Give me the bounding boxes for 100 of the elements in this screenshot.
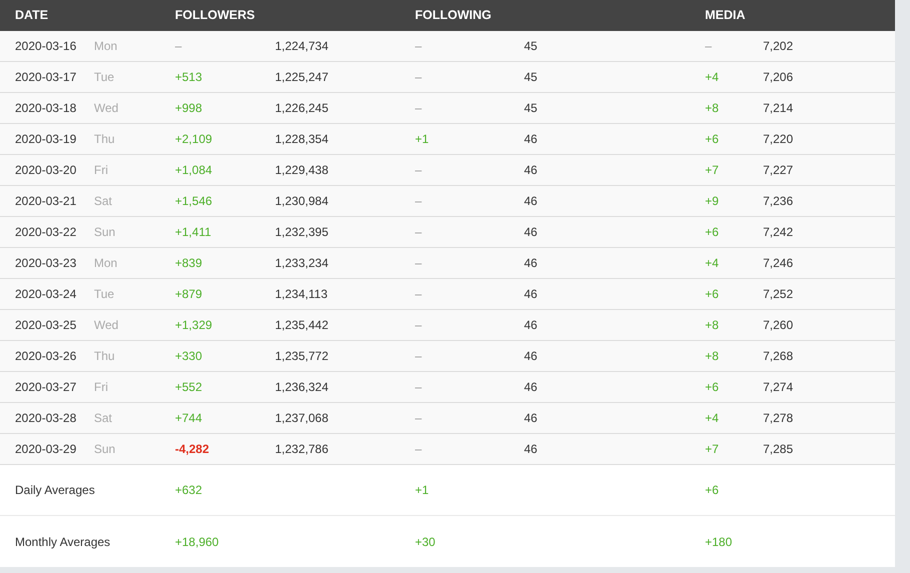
change-value: +839 — [175, 256, 202, 270]
change-value: +4 — [705, 411, 719, 425]
total-value: 1,226,245 — [275, 101, 328, 115]
change-value: +8 — [705, 101, 719, 115]
total-value: 46 — [524, 132, 538, 146]
total-value: 46 — [524, 318, 538, 332]
change-value: – — [415, 70, 422, 84]
column-header: MEDIA — [705, 8, 746, 22]
change-value: – — [415, 163, 422, 177]
total-value: 7,202 — [763, 39, 794, 53]
weekday-text: Wed — [94, 101, 118, 115]
date-text: 2020-03-16 — [15, 39, 76, 53]
average-value: +1 — [415, 483, 429, 497]
change-value: +8 — [705, 349, 719, 363]
weekday-text: Tue — [94, 70, 114, 84]
change-value: – — [415, 194, 422, 208]
change-value: +1,546 — [175, 194, 212, 208]
average-value: +6 — [705, 483, 719, 497]
total-value: 7,236 — [763, 194, 794, 208]
date-text: 2020-03-19 — [15, 132, 76, 146]
date-text: 2020-03-24 — [15, 287, 76, 301]
total-value: 1,225,247 — [275, 70, 328, 84]
total-value: 45 — [524, 39, 538, 53]
weekday-text: Thu — [94, 349, 115, 363]
total-value: 1,235,772 — [275, 349, 328, 363]
total-value: 1,237,068 — [275, 411, 328, 425]
change-value: – — [415, 101, 422, 115]
change-value: +6 — [705, 287, 719, 301]
change-value: – — [705, 39, 712, 53]
average-value: +18,960 — [175, 534, 219, 548]
change-value: +1,084 — [175, 163, 212, 177]
column-header: DATE — [15, 8, 48, 22]
change-value: – — [415, 349, 422, 363]
change-value: +8 — [705, 318, 719, 332]
change-value: -4,282 — [175, 442, 210, 456]
change-value: +998 — [175, 101, 202, 115]
weekday-text: Sun — [94, 442, 116, 456]
change-value: +513 — [175, 70, 202, 84]
change-value: +552 — [175, 380, 202, 394]
total-value: 1,224,734 — [275, 39, 328, 53]
total-value: 1,235,442 — [275, 318, 328, 332]
total-value: 46 — [524, 256, 538, 270]
total-value: 7,206 — [763, 70, 794, 84]
total-value: 7,285 — [763, 442, 794, 456]
total-value: 7,214 — [763, 101, 794, 115]
change-value: +6 — [705, 225, 719, 239]
change-value: +9 — [705, 194, 719, 208]
change-value: +4 — [705, 256, 719, 270]
total-value: 46 — [524, 194, 538, 208]
column-header: FOLLOWERS — [175, 8, 255, 22]
total-value: 1,232,395 — [275, 225, 328, 239]
change-value: +2,109 — [175, 132, 212, 146]
change-value: – — [415, 411, 422, 425]
weekday-text: Fri — [94, 163, 108, 177]
change-value: +1 — [415, 132, 429, 146]
total-value: 46 — [524, 411, 538, 425]
total-value: 1,229,438 — [275, 163, 328, 177]
weekday-text: Mon — [94, 256, 118, 270]
date-text: 2020-03-23 — [15, 256, 76, 270]
date-text: 2020-03-22 — [15, 225, 76, 239]
date-text: 2020-03-21 — [15, 194, 76, 208]
weekday-text: Wed — [94, 318, 118, 332]
average-value: +180 — [705, 534, 732, 548]
total-value: 7,227 — [763, 163, 794, 177]
total-value: 7,246 — [763, 256, 794, 270]
weekday-text: Fri — [94, 380, 108, 394]
total-value: 1,228,354 — [275, 132, 328, 146]
column-header: FOLLOWING — [415, 8, 492, 22]
total-value: 46 — [524, 380, 538, 394]
change-value: – — [415, 318, 422, 332]
total-value: 7,252 — [763, 287, 794, 301]
total-value: 7,268 — [763, 349, 794, 363]
change-value: +7 — [705, 163, 719, 177]
total-value: 1,236,324 — [275, 380, 328, 394]
date-text: 2020-03-18 — [15, 101, 76, 115]
change-value: +1,411 — [175, 225, 212, 239]
weekday-text: Tue — [94, 287, 114, 301]
average-value: +632 — [175, 483, 202, 497]
change-value: – — [415, 225, 422, 239]
weekday-text: Sat — [94, 411, 112, 425]
total-value: 45 — [524, 101, 538, 115]
total-value: 46 — [524, 442, 538, 456]
total-value: 1,232,786 — [275, 442, 328, 456]
total-value: 45 — [524, 70, 538, 84]
change-value: +879 — [175, 287, 202, 301]
change-value: – — [415, 39, 422, 53]
change-value: +4 — [705, 70, 719, 84]
total-value: 7,274 — [763, 380, 794, 394]
average-label: Daily Averages — [15, 483, 95, 497]
total-value: 1,230,984 — [275, 194, 328, 208]
change-value: +330 — [175, 349, 202, 363]
weekday-text: Mon — [94, 39, 118, 53]
total-value: 1,233,234 — [275, 256, 328, 270]
change-value: – — [175, 39, 182, 53]
total-value: 7,278 — [763, 411, 794, 425]
total-value: 46 — [524, 225, 538, 239]
change-value: – — [415, 380, 422, 394]
total-value: 1,234,113 — [275, 287, 328, 301]
date-text: 2020-03-27 — [15, 380, 76, 394]
date-text: 2020-03-28 — [15, 411, 76, 425]
